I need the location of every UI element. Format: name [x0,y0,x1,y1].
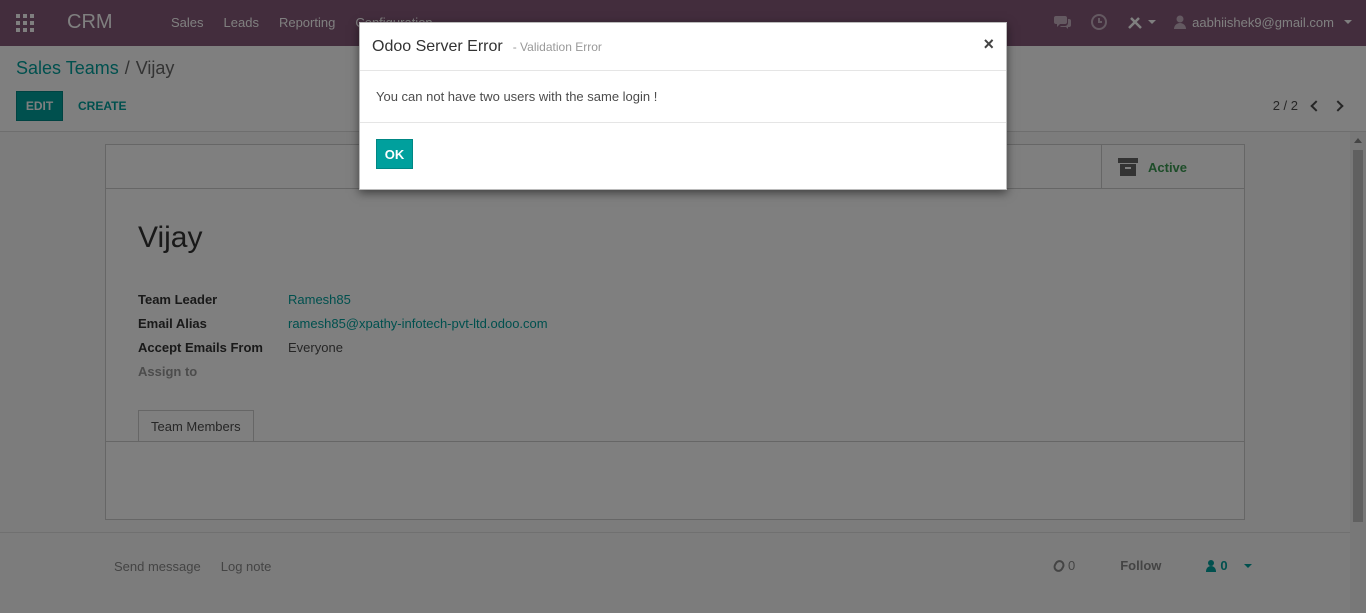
dialog-footer: OK [360,123,1006,189]
dialog-title: Odoo Server Error - Validation Error [372,38,602,56]
ok-button[interactable]: OK [376,139,413,169]
error-message: You can not have two users with the same… [376,89,658,104]
dialog-body: You can not have two users with the same… [360,71,1006,123]
dialog-header: Odoo Server Error - Validation Error × [360,23,1006,71]
dialog-title-text: Odoo Server Error [372,38,503,55]
dialog-subtitle: - Validation Error [512,40,602,54]
close-icon[interactable]: × [983,35,994,53]
server-error-dialog: Odoo Server Error - Validation Error × Yo… [359,22,1007,190]
